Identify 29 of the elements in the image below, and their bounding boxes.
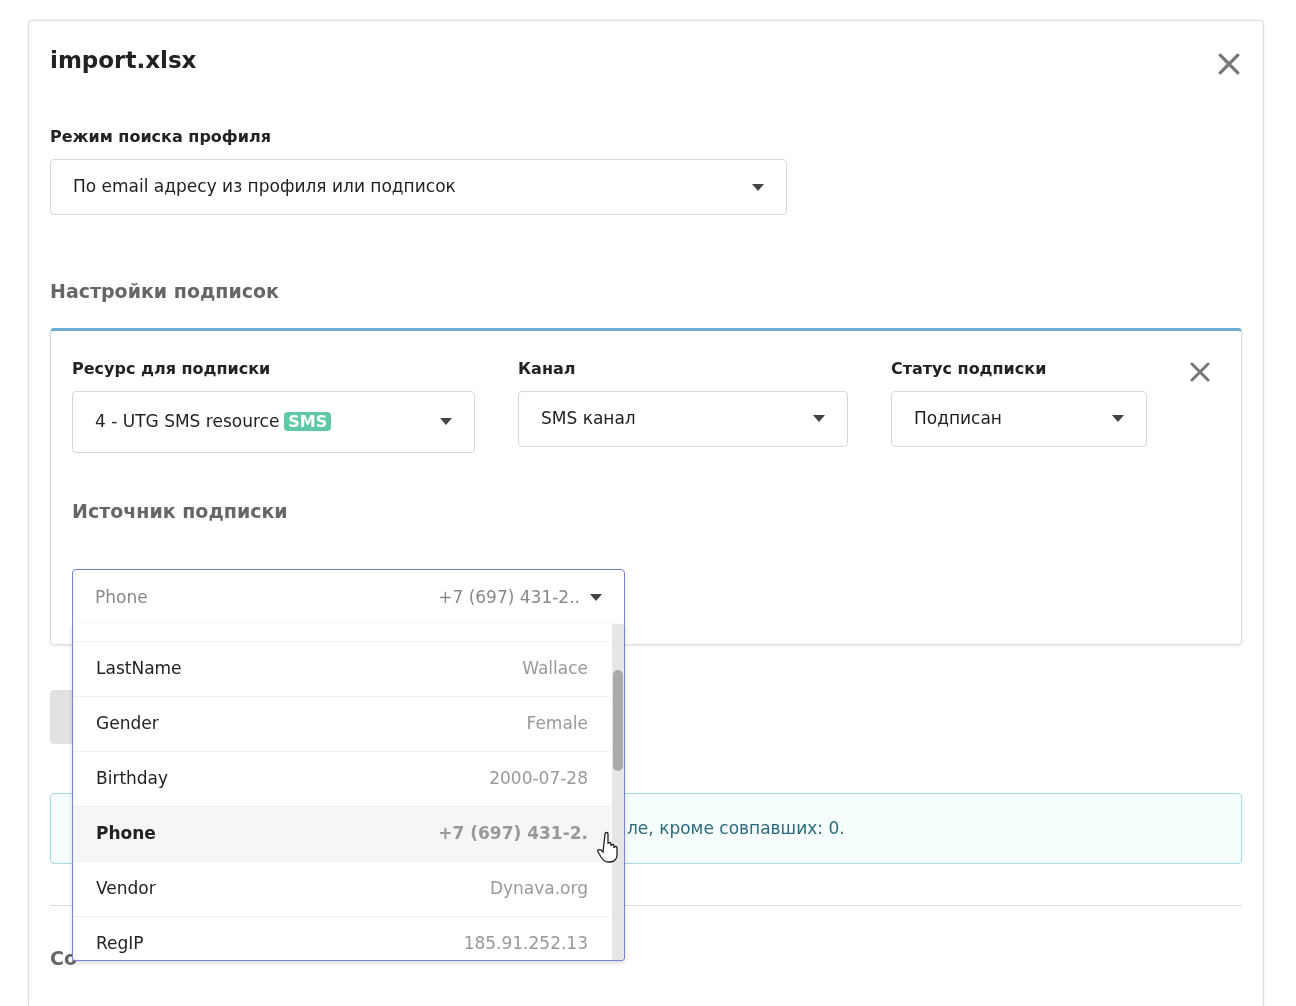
dropdown-option[interactable]: Gender Female (73, 697, 611, 752)
dropdown-option[interactable]: RegIP 185.91.252.13 (73, 917, 611, 960)
select-field[interactable]: 4 - UTG SMS resource SMS (72, 390, 475, 453)
caret-icon (1112, 415, 1124, 422)
caret-icon (590, 594, 602, 601)
field-label: Канал (518, 357, 577, 380)
close-icon (1218, 53, 1240, 75)
dialog-title: import.xlsx (50, 47, 197, 75)
close-button[interactable] (1216, 51, 1242, 77)
caret-icon (440, 418, 452, 425)
caret-icon (752, 183, 764, 191)
dropdown-option[interactable]: Phone +7 (697) 431-2. (73, 807, 611, 862)
select-field[interactable]: Подписан (891, 390, 1147, 447)
field-label: Режим поиска профиля (50, 126, 272, 148)
caret-icon (813, 415, 825, 422)
section-heading: Источник подписки (72, 498, 289, 524)
info-message: ле, кроме совпавших: 0. (627, 816, 845, 840)
dropdown-option[interactable]: Birthday 2000-07-28 (73, 752, 611, 807)
select-field[interactable]: Phone +7 (697) 431-2.. (72, 569, 625, 626)
field-label: Статус подписки (891, 357, 1048, 380)
scrollbar[interactable] (612, 624, 624, 960)
select-field[interactable]: SMS канал (518, 390, 848, 447)
dropdown-option[interactable]: LastName Wallace (73, 642, 611, 697)
channel-tag: SMS (284, 411, 332, 431)
close-icon (1190, 361, 1210, 382)
select-field[interactable]: По email адресу из профиля или подписок (50, 159, 787, 215)
dropdown-option[interactable]: Vendor Dynava.org (73, 862, 611, 917)
field-label: Ресурс для подписки (72, 357, 272, 380)
section-heading: Настройки подписок (50, 279, 280, 304)
